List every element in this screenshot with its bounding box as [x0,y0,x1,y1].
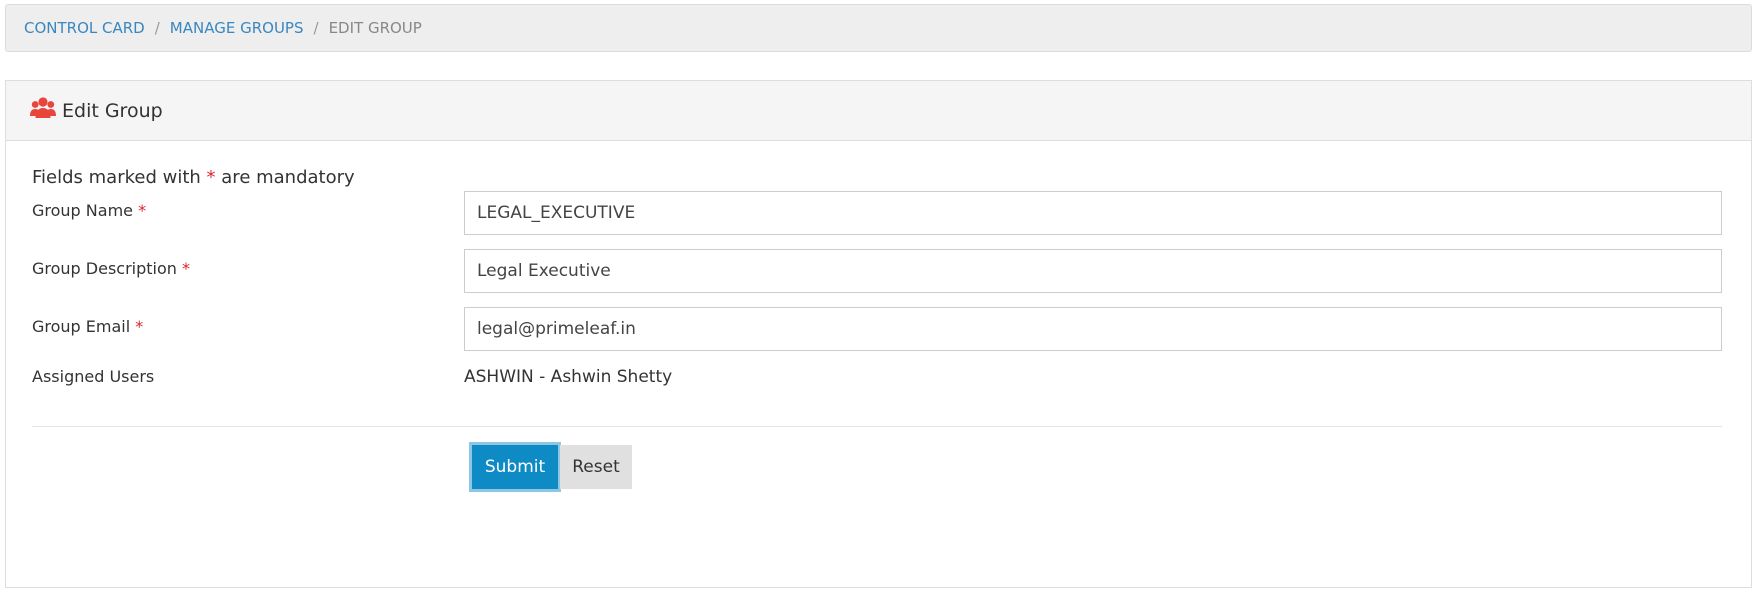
group-description-label: Group Description * [32,259,190,278]
required-star: * [182,259,191,278]
breadcrumb-current: EDIT GROUP [328,19,422,37]
mandatory-note-suffix: are mandatory [221,167,355,188]
users-icon [30,96,62,125]
submit-button[interactable]: Submit [472,445,558,489]
assigned-users-label: Assigned Users [32,367,155,386]
breadcrumb: CONTROL CARD / MANAGE GROUPS / EDIT GROU… [5,4,1752,52]
breadcrumb-manage-groups-link[interactable]: MANAGE GROUPS [170,19,304,37]
group-name-input[interactable] [464,191,1722,235]
edit-group-panel: Edit Group Fields marked with * are mand… [5,80,1752,588]
group-email-label: Group Email * [32,317,143,336]
form-divider [32,426,1722,427]
required-star: * [206,167,216,188]
breadcrumb-separator: / [313,19,319,37]
required-star: * [138,201,147,220]
group-name-label: Group Name * [32,201,146,220]
reset-button[interactable]: Reset [560,445,632,489]
group-description-label-text: Group Description [32,259,177,278]
breadcrumb-separator: / [154,19,160,37]
mandatory-note: Fields marked with * are mandatory [32,167,355,188]
mandatory-note-prefix: Fields marked with [32,167,201,188]
group-name-label-text: Group Name [32,201,133,220]
group-email-label-text: Group Email [32,317,131,336]
group-description-input[interactable] [464,249,1722,293]
panel-heading: Edit Group [6,81,1751,141]
group-email-input[interactable] [464,307,1722,351]
assigned-users-value: ASHWIN - Ashwin Shetty [464,367,673,387]
panel-title: Edit Group [62,99,163,122]
required-star: * [135,317,144,336]
breadcrumb-control-card-link[interactable]: CONTROL CARD [24,19,145,37]
